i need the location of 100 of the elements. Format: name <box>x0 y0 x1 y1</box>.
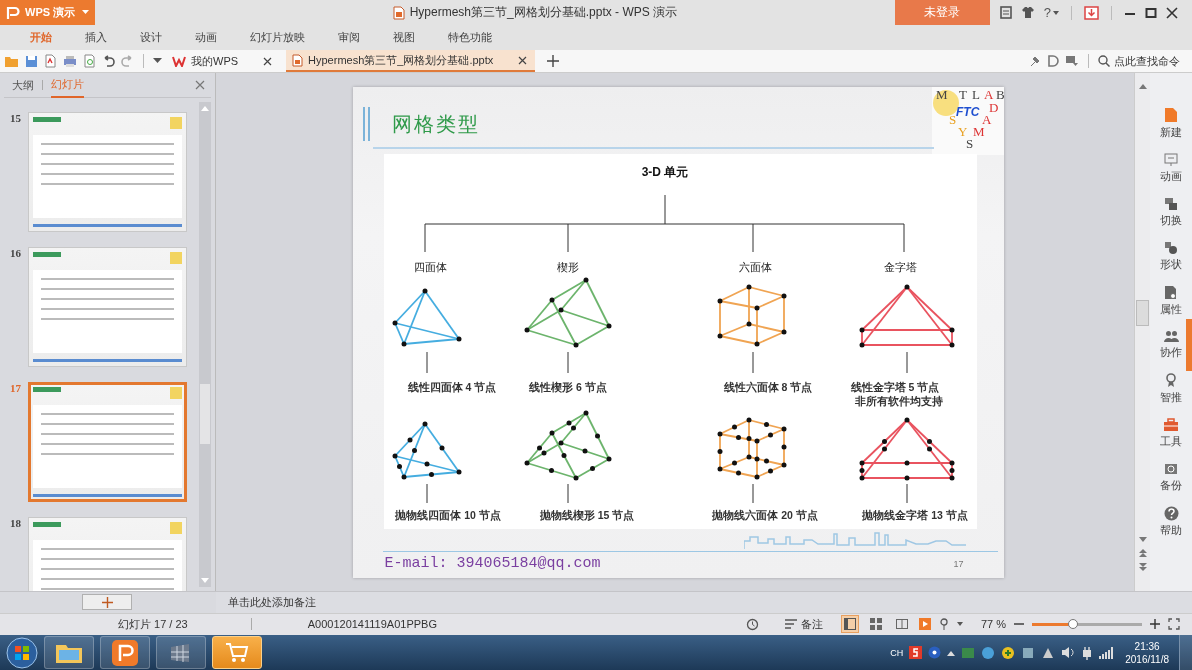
element-label: 抛物线四面体 10 节点 <box>394 509 501 521</box>
sidebar-button[interactable]: 备份 <box>1160 462 1182 493</box>
volume-icon[interactable] <box>1061 646 1076 659</box>
close-icon[interactable] <box>1166 6 1178 19</box>
scroll-down-icon[interactable] <box>1138 537 1147 543</box>
menu-tab[interactable]: 审阅 <box>326 25 372 50</box>
input-language[interactable]: CH <box>890 647 904 658</box>
tray-app-icon[interactable] <box>1001 645 1016 660</box>
notes-button[interactable]: 备注 <box>784 617 823 632</box>
element-label: 抛物线楔形 15 节点 <box>539 509 634 521</box>
double-caret-down-icon[interactable] <box>1138 563 1147 571</box>
close-icon[interactable] <box>263 56 273 66</box>
shapes-icon <box>1164 241 1178 255</box>
history-icon[interactable] <box>745 618 759 631</box>
caret-icon[interactable] <box>153 58 162 64</box>
help-menu[interactable]: ? <box>1043 5 1051 20</box>
award-icon <box>1165 373 1177 388</box>
sidebar-toggle[interactable] <box>1186 319 1192 371</box>
clock[interactable]: 21:36 2016/11/8 <box>1125 639 1169 666</box>
tray-app-icon[interactable] <box>981 645 996 660</box>
maximize-icon[interactable] <box>1145 6 1157 19</box>
brush-icon[interactable] <box>1029 55 1041 67</box>
sidebar-button[interactable]: 帮助 <box>1160 506 1182 538</box>
page-number: 17 <box>953 559 964 569</box>
sidebar-button[interactable]: 新建 <box>1160 107 1182 140</box>
normal-view-button[interactable] <box>840 615 859 634</box>
cart-icon <box>225 641 249 664</box>
panel-tab[interactable]: 大纲 <box>12 73 34 97</box>
menu-tab[interactable]: 视图 <box>381 25 427 50</box>
menu-tab[interactable]: 特色功能 <box>436 25 504 50</box>
scrollbar-thumb[interactable] <box>200 384 210 444</box>
double-caret-up-icon[interactable] <box>1138 549 1147 557</box>
print-preview-icon[interactable] <box>83 54 96 68</box>
pin-icon[interactable] <box>938 618 949 631</box>
slide-thumbnail[interactable] <box>28 247 187 367</box>
scrollbar[interactable] <box>1134 73 1150 591</box>
pdf-icon[interactable] <box>44 54 57 68</box>
format-icon[interactable] <box>1047 55 1059 67</box>
menu-tab[interactable]: 设计 <box>128 25 174 50</box>
menu-tab[interactable]: 动画 <box>183 25 229 50</box>
new-tab-icon[interactable] <box>547 55 560 67</box>
command-search-field[interactable]: 点此查找命令 <box>1098 55 1184 67</box>
sidebar-button[interactable]: 工具 <box>1160 418 1182 449</box>
sidebar-button[interactable]: 动画 <box>1160 153 1182 184</box>
input-method-icon[interactable] <box>909 646 923 659</box>
fit-window-icon[interactable] <box>1168 618 1180 631</box>
element-note: 非所有软件均支持 <box>854 395 943 407</box>
sidebar-button[interactable]: 智推 <box>1160 373 1182 405</box>
caret-icon[interactable] <box>956 622 963 627</box>
download-icon[interactable] <box>1084 5 1099 20</box>
connector-line <box>426 351 427 374</box>
scroll-up-icon[interactable] <box>1138 83 1147 89</box>
presentation-file-icon <box>392 5 405 20</box>
close-icon[interactable] <box>518 55 528 65</box>
slide-count: 幻灯片 17 / 23 <box>118 617 188 632</box>
sidebar-button[interactable]: 切换 <box>1160 197 1182 228</box>
comment-icon[interactable] <box>1065 55 1079 67</box>
presentation-file-icon <box>292 53 304 67</box>
backup-icon <box>1164 462 1178 476</box>
tray-app-icon[interactable] <box>1021 645 1036 660</box>
document-tab[interactable]: Hypermesh第三节_网格划分基础.pptx <box>286 50 536 72</box>
document-tab[interactable]: 我的WPS <box>168 50 281 72</box>
zoom-in-icon[interactable] <box>1150 619 1160 630</box>
sidebar-button[interactable]: 形状 <box>1160 241 1182 272</box>
scrollbar[interactable] <box>199 102 211 587</box>
w-logo-icon <box>172 55 186 67</box>
menu-tab[interactable]: 幻灯片放映 <box>238 25 317 50</box>
search-icon <box>1098 55 1110 67</box>
zoom-level: 77 % <box>980 618 1006 631</box>
slide-thumbnail[interactable] <box>28 112 187 232</box>
category-label: 六面体 <box>738 261 771 273</box>
save-icon[interactable] <box>25 54 38 68</box>
show-desktop-button[interactable] <box>1179 635 1192 670</box>
wps-logo-icon <box>6 5 20 20</box>
sidebar-button[interactable]: 协作 <box>1160 330 1182 360</box>
slide-number: 16 <box>10 247 22 259</box>
power-plug-icon[interactable] <box>1081 645 1094 660</box>
start-orb-icon[interactable] <box>6 636 38 669</box>
scrollbar-thumb[interactable] <box>1136 300 1149 326</box>
shirt-icon[interactable] <box>1020 6 1035 19</box>
inbox-icon[interactable] <box>999 6 1012 19</box>
sidebar-button[interactable]: 属性 <box>1160 285 1182 317</box>
file-icon <box>1164 107 1178 123</box>
signal-icon[interactable] <box>1099 646 1114 659</box>
zoom-slider-thumb[interactable] <box>1067 619 1078 629</box>
slide-thumbnail[interactable] <box>28 382 187 502</box>
help-icon[interactable] <box>928 646 942 659</box>
add-slide-button[interactable] <box>82 594 132 611</box>
caret-icon[interactable] <box>947 649 956 656</box>
email-text: E-mail: 394065184@qq.com <box>384 555 602 572</box>
play-icon[interactable] <box>918 618 931 631</box>
figure-title: 3-D 单元 <box>641 165 688 179</box>
element-label: 线性金字塔 5 节点 <box>850 381 939 393</box>
undo-icon[interactable] <box>102 55 115 67</box>
redo-icon[interactable] <box>121 55 134 67</box>
element-label: 线性楔形 6 节点 <box>528 381 607 393</box>
print-icon[interactable] <box>63 54 77 68</box>
connector-line <box>906 351 907 374</box>
menu-tab[interactable]: 插入 <box>73 25 119 50</box>
notes-field[interactable]: 单击此处添加备注 <box>216 591 1192 613</box>
